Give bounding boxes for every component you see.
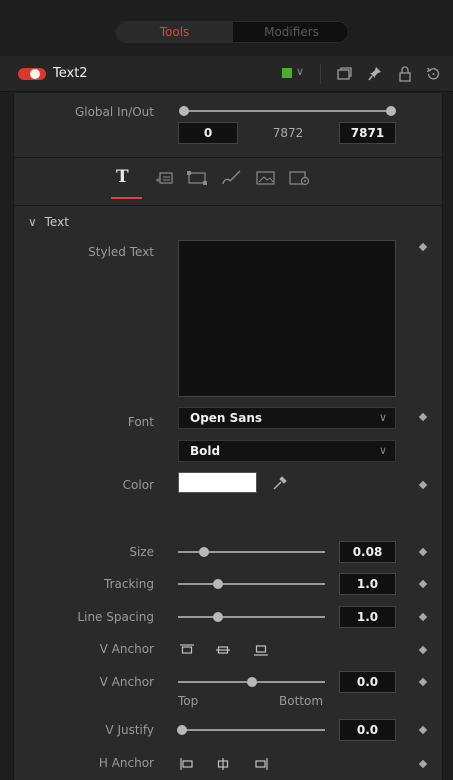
pin-icon[interactable] <box>367 65 383 83</box>
eyedropper-icon[interactable] <box>272 475 288 491</box>
line-spacing-slider-handle[interactable] <box>213 612 223 622</box>
tab-modifiers[interactable]: Modifiers <box>233 22 348 42</box>
v-anchor-label: V Anchor <box>99 642 154 656</box>
top-bar: Tools Modifiers <box>0 0 453 56</box>
keyframe-diamond-icon[interactable] <box>418 645 428 655</box>
font-label: Font <box>127 415 154 429</box>
range-min-label: Top <box>178 694 199 708</box>
node-header: Text2 ∨ <box>0 56 453 92</box>
tool-inspector-panel: Global In/Out 0 7872 7871 T ∨ Text Style… <box>13 93 443 780</box>
color-swatch[interactable] <box>178 472 257 493</box>
keyframe-diamond-icon[interactable] <box>418 412 428 422</box>
keyframe-diamond-icon[interactable] <box>418 480 428 490</box>
active-tab-indicator <box>111 197 142 199</box>
color-label: Color <box>122 478 154 492</box>
keyframe-diamond-icon[interactable] <box>418 547 428 557</box>
global-out-field[interactable]: 7871 <box>339 122 396 144</box>
anchor-bottom-icon[interactable] <box>254 644 268 656</box>
size-slider-handle[interactable] <box>199 547 209 557</box>
reset-icon[interactable] <box>425 65 441 83</box>
v-justify-label: V Justify <box>105 723 154 737</box>
keyframe-diamond-icon[interactable] <box>418 725 428 735</box>
anchor-top-icon[interactable] <box>180 644 194 656</box>
version-icon[interactable] <box>336 65 352 83</box>
size-label: Size <box>129 545 154 559</box>
font-value: Open Sans <box>190 411 263 425</box>
chevron-down-icon[interactable]: ∨ <box>296 65 304 78</box>
global-in-out-range[interactable] <box>184 110 390 112</box>
section-title: Text <box>44 215 69 229</box>
font-style-value: Bold <box>190 444 221 458</box>
tracking-slider-handle[interactable] <box>213 579 223 589</box>
anchor-left-icon[interactable] <box>180 758 194 770</box>
text-tab-icon[interactable]: T <box>116 167 129 187</box>
anchor-middle-icon[interactable] <box>216 644 230 656</box>
line-spacing-slider[interactable] <box>178 616 325 618</box>
v-anchor-slider-handle[interactable] <box>247 677 257 687</box>
styled-text-input[interactable] <box>178 240 396 397</box>
anchor-right-icon[interactable] <box>254 758 268 770</box>
tracking-field[interactable]: 1.0 <box>339 573 396 595</box>
keyframe-diamond-icon[interactable] <box>418 759 428 769</box>
line-spacing-label: Line Spacing <box>77 610 154 624</box>
transform-tab-icon[interactable] <box>186 170 208 186</box>
layout-tab-icon[interactable] <box>155 171 173 185</box>
v-justify-slider-handle[interactable] <box>177 725 187 735</box>
tracking-slider[interactable] <box>178 583 325 585</box>
h-anchor-label: H Anchor <box>98 756 154 770</box>
font-style-dropdown[interactable]: Bold ∨ <box>178 440 396 462</box>
styled-text-label: Styled Text <box>88 245 154 259</box>
size-field[interactable]: 0.08 <box>339 541 396 563</box>
image-tab-icon[interactable] <box>256 170 276 186</box>
keyframe-diamond-icon[interactable] <box>418 612 428 622</box>
range-max-label: Bottom <box>279 694 324 708</box>
anchor-center-icon[interactable] <box>216 758 230 770</box>
shading-tab-icon[interactable] <box>220 170 242 186</box>
v-justify-slider[interactable] <box>178 729 325 731</box>
settings-tab-icon[interactable] <box>289 170 311 186</box>
divider <box>14 157 442 158</box>
chevron-down-icon: ∨ <box>28 215 37 229</box>
node-color-swatch[interactable] <box>282 68 292 78</box>
toggle-knob <box>30 69 40 79</box>
font-dropdown[interactable]: Open Sans ∨ <box>178 407 396 429</box>
v-justify-field[interactable]: 0.0 <box>339 719 396 741</box>
global-duration: 7872 <box>272 126 304 140</box>
node-name: Text2 <box>53 66 88 81</box>
global-in-field[interactable]: 0 <box>178 122 238 144</box>
v-anchor-field[interactable]: 0.0 <box>339 671 396 693</box>
keyframe-diamond-icon[interactable] <box>418 677 428 687</box>
global-in-handle[interactable] <box>179 106 189 116</box>
tracking-label: Tracking <box>104 577 154 591</box>
section-header-text[interactable]: ∨ Text <box>28 215 69 229</box>
chevron-down-icon: ∨ <box>378 444 387 457</box>
tab-switcher: Tools Modifiers <box>115 21 349 43</box>
global-in-out-label: Global In/Out <box>74 105 154 119</box>
tab-tools[interactable]: Tools <box>116 22 233 42</box>
lock-icon[interactable] <box>397 65 413 83</box>
v-anchor-slider-label: V Anchor <box>99 675 154 689</box>
chevron-down-icon: ∨ <box>378 411 387 424</box>
keyframe-diamond-icon[interactable] <box>418 242 428 252</box>
divider <box>14 205 442 206</box>
global-out-handle[interactable] <box>386 106 396 116</box>
keyframe-diamond-icon[interactable] <box>418 579 428 589</box>
header-separator <box>320 64 321 84</box>
line-spacing-field[interactable]: 1.0 <box>339 606 396 628</box>
